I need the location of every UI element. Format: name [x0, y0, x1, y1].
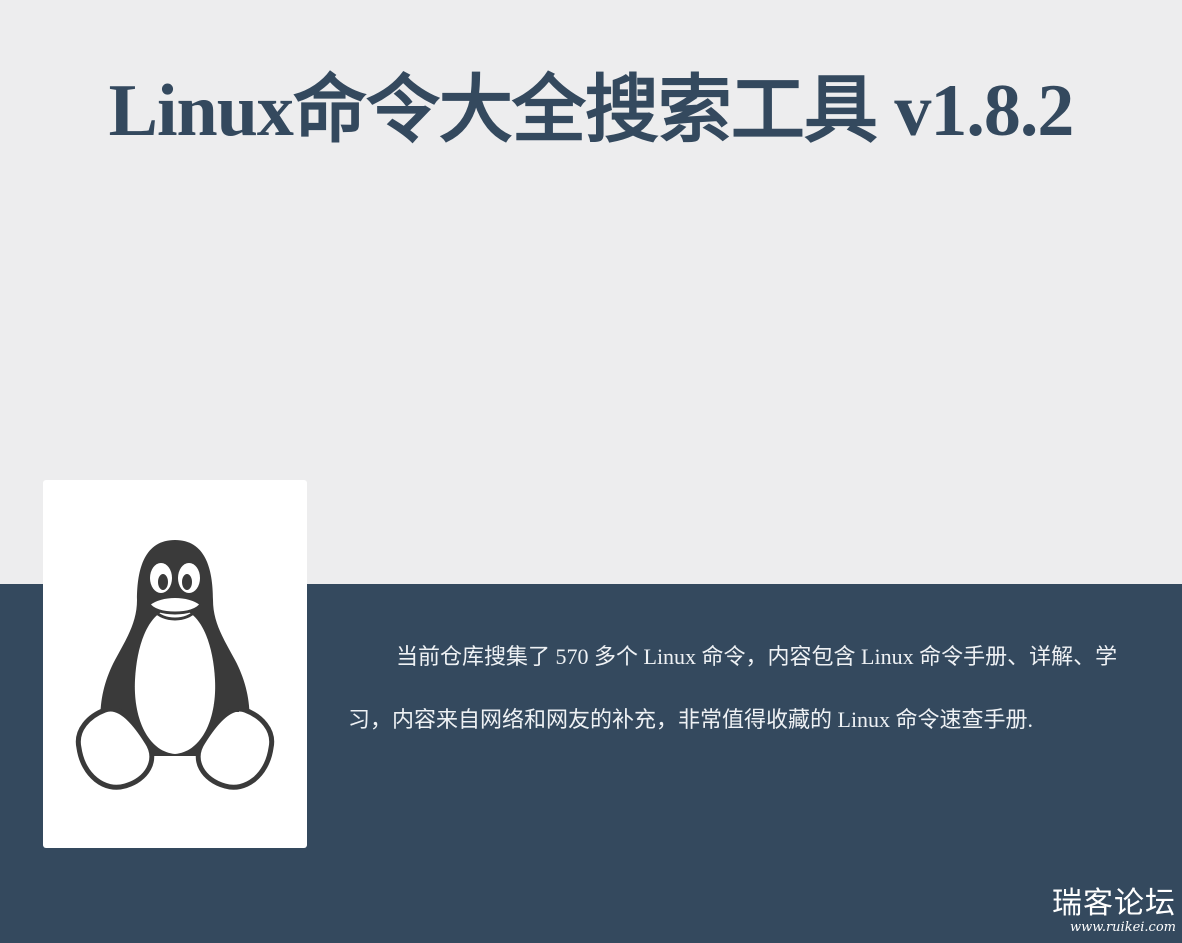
description-text: 当前仓库搜集了 570 多个 Linux 命令，内容包含 Linux 命令手册、…	[348, 644, 1118, 732]
watermark-name: 瑞客论坛	[1052, 886, 1176, 921]
watermark: 瑞客论坛 www.ruikei.com	[1052, 887, 1176, 935]
logo-card	[43, 480, 307, 848]
tux-penguin-icon	[75, 540, 275, 790]
page-title: Linux命令大全搜索工具 v1.8.2	[108, 70, 1075, 152]
watermark-url: www.ruikei.com	[1069, 920, 1176, 935]
